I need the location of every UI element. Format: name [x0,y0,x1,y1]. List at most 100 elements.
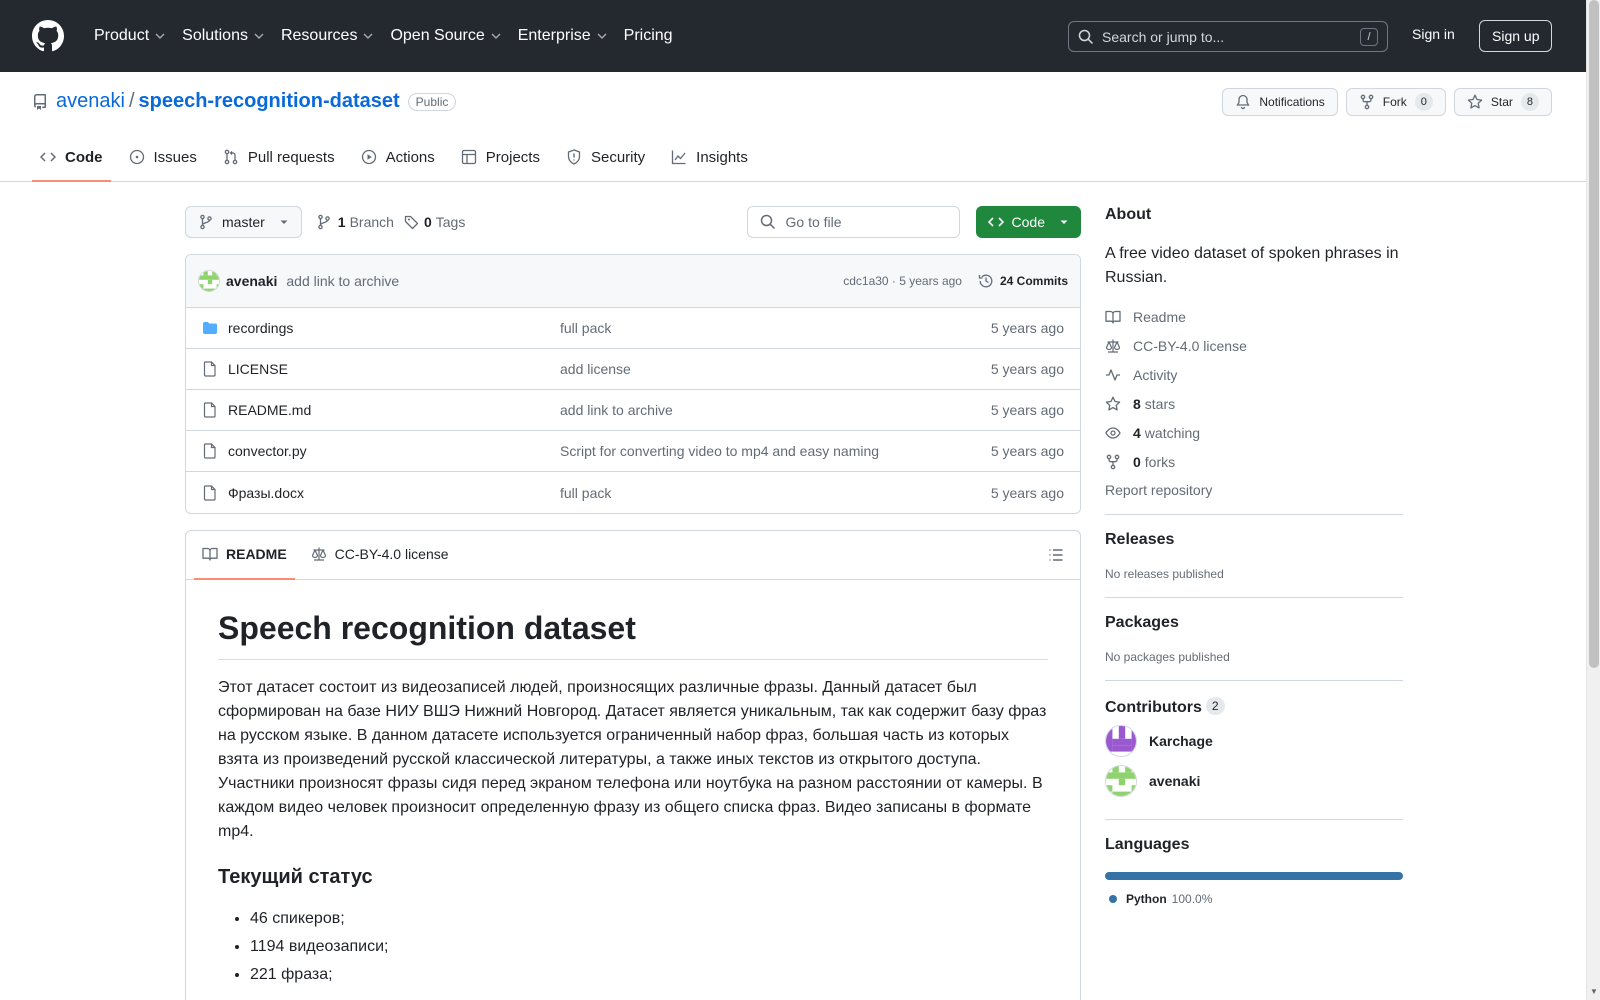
history-icon [978,274,993,288]
global-header: Product Solutions Resources Open Source … [0,0,1586,72]
nav-pricing[interactable]: Pricing [616,20,681,52]
file-icon [203,484,216,501]
avatar[interactable] [198,270,220,292]
file-commit-message[interactable]: Script for converting video to mp4 and e… [560,443,991,459]
tab-security[interactable]: Security [558,134,653,182]
commit-author-link[interactable]: avenaki [226,273,277,289]
readme-paragraph: Этот датасет состоит из видеозаписей люд… [218,679,1047,840]
graph-icon [672,150,686,165]
forks-link[interactable]: 0 forks [1105,447,1403,476]
repo-name-link[interactable]: speech-recognition-dataset [139,90,400,113]
languages-heading: Languages [1105,836,1190,853]
fork-icon [1360,94,1374,110]
file-row[interactable]: LICENSE add license 5 years ago [186,349,1080,390]
tab-pull-requests[interactable]: Pull requests [215,134,343,182]
repo-owner-link[interactable]: avenaki [56,90,125,113]
contributor-item[interactable]: Karchage [1105,725,1403,757]
releases-empty-text: No releases published [1105,567,1224,581]
file-commit-message[interactable]: add link to archive [560,402,991,418]
go-to-file-input[interactable]: Go to file [746,206,960,238]
avatar [1105,765,1137,797]
tab-license[interactable]: CC-BY-4.0 license [303,531,457,580]
stars-link[interactable]: 8 stars [1105,389,1403,418]
sign-up-button[interactable]: Sign up [1479,20,1553,52]
list-item: 46 спикеров; [250,905,1048,933]
vertical-scrollbar[interactable]: ▼ [1586,0,1600,1000]
file-commit-message[interactable]: add license [560,361,991,377]
pulse-icon [1106,368,1120,381]
file-name-link[interactable]: convector.py [228,443,560,459]
file-commit-message[interactable]: full pack [560,485,991,501]
tab-code[interactable]: Code [32,134,111,182]
list-item: 1194 видеозаписи; [250,933,1048,961]
branches-link[interactable]: 1 Branch [316,214,394,230]
nav-open-source[interactable]: Open Source [382,20,509,52]
star-count: 8 [1520,93,1539,111]
file-name-link[interactable]: recordings [228,320,560,336]
nav-resources[interactable]: Resources [273,20,382,52]
commits-history-link[interactable]: 24 Commits [978,273,1068,289]
visibility-badge: Public [407,92,457,111]
contributor-item[interactable]: avenaki [1105,765,1403,797]
branch-icon [318,214,330,230]
scroll-down-arrow-icon[interactable]: ▼ [1590,987,1598,996]
file-row[interactable]: Фразы.docx full pack 5 years ago [186,472,1080,513]
file-date: 5 years ago [990,361,1064,377]
packages-heading[interactable]: Packages [1105,614,1403,632]
file-icon [203,361,216,377]
list-outline-icon[interactable] [1048,547,1064,563]
sign-in-link[interactable]: Sign in [1412,26,1455,42]
file-name-link[interactable]: README.md [228,402,560,418]
fork-button[interactable]: Fork 0 [1345,88,1446,116]
tab-insights[interactable]: Insights [663,134,756,182]
search-placeholder: Search or jump to... [1102,28,1225,45]
scrollbar-thumb[interactable] [1589,0,1599,668]
repo-path-separator: / [128,90,135,112]
tag-icon [404,215,419,230]
tab-actions[interactable]: Actions [353,134,443,182]
search-shortcut-key: / [1360,27,1378,46]
releases-heading[interactable]: Releases [1105,531,1403,549]
code-dropdown-button[interactable]: Code [975,206,1081,238]
file-date: 5 years ago [990,402,1064,418]
tab-projects[interactable]: Projects [453,134,548,182]
language-item[interactable]: Python 100.0% [1105,892,1403,906]
table-icon [461,149,476,165]
tab-issues[interactable]: Issues [121,134,205,182]
github-logo-icon[interactable] [32,20,64,52]
file-row[interactable]: recordings full pack 5 years ago [186,308,1080,349]
watchers-link[interactable]: 4 watching [1105,418,1403,447]
readme-body: Speech recognition dataset Этот датасет … [186,580,1080,1000]
nav-solutions[interactable]: Solutions [174,20,273,52]
activity-link[interactable]: Activity [1105,360,1403,389]
branch-select-button[interactable]: master [185,206,302,238]
readme-link[interactable]: Readme [1105,302,1403,331]
nav-product[interactable]: Product [86,20,174,52]
search-icon [1078,29,1094,44]
file-row[interactable]: README.md add link to archive 5 years ag… [186,390,1080,431]
star-button[interactable]: Star 8 [1453,88,1552,116]
repo-icon [33,93,46,110]
branch-icon [200,214,212,230]
contributors-heading[interactable]: Contributors 2 [1105,697,1403,717]
repo-sidebar: About A free video dataset of spoken phr… [1105,206,1403,906]
tab-readme[interactable]: README [194,531,295,580]
notifications-button[interactable]: Notifications [1222,88,1338,116]
file-name-link[interactable]: LICENSE [228,361,560,377]
file-row[interactable]: convector.py Script for converting video… [186,431,1080,472]
language-bar [1105,872,1403,880]
commit-hash-link[interactable]: cdc1a30 · 5 years ago [843,274,962,288]
tags-link[interactable]: 0 Tags [404,214,465,230]
packages-empty-text: No packages published [1105,650,1230,664]
book-icon [202,547,218,561]
nav-enterprise[interactable]: Enterprise [510,20,616,52]
commit-message-link[interactable]: add link to archive [286,273,399,289]
code-icon [987,217,1004,227]
file-name-link[interactable]: Фразы.docx [228,485,560,501]
global-search-input[interactable]: Search or jump to... / [1068,21,1388,52]
license-link[interactable]: CC-BY-4.0 license [1105,331,1403,360]
pull-request-icon [224,149,238,165]
star-icon [1467,94,1483,109]
file-commit-message[interactable]: full pack [560,320,991,336]
report-repository-link[interactable]: Report repository [1105,482,1403,498]
